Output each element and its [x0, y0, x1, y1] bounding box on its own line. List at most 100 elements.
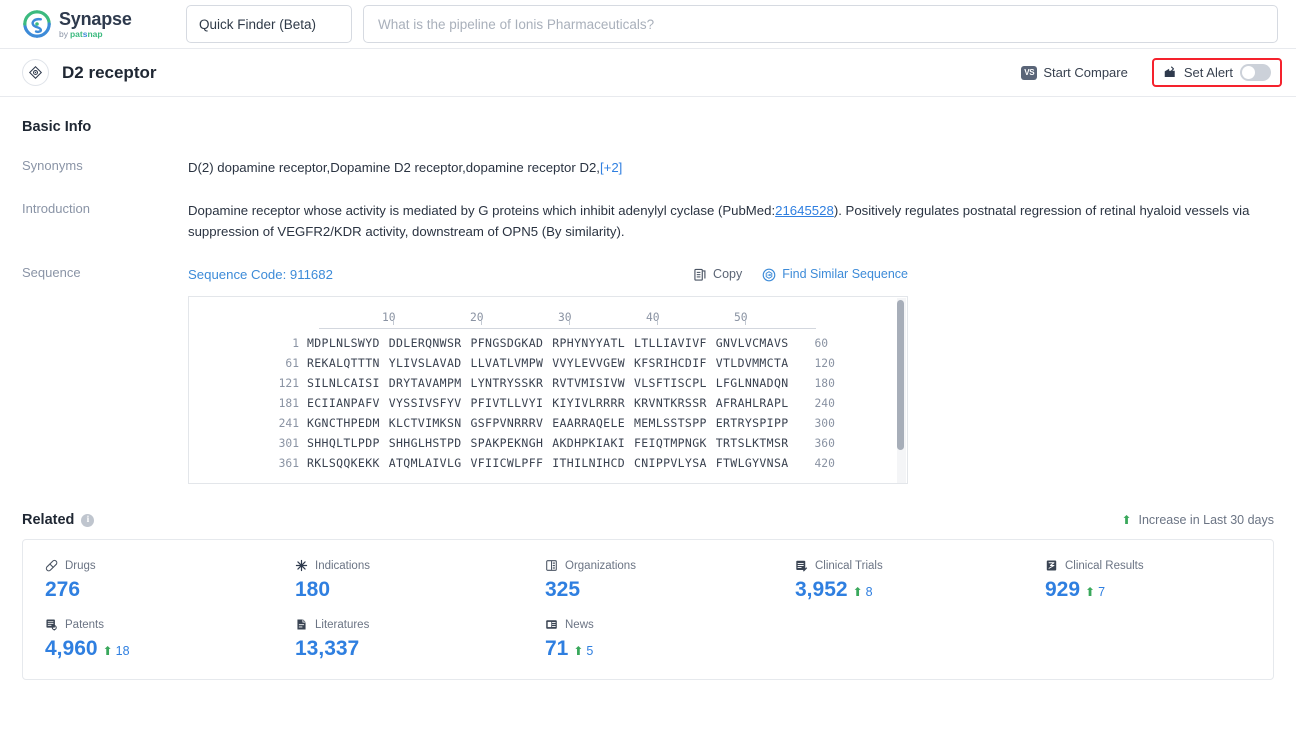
increase-legend-label: Increase in Last 30 days — [1138, 513, 1275, 527]
related-metric-header: Clinical Results — [1045, 557, 1273, 574]
sequence-chunk: REKALQTTTN — [307, 355, 380, 370]
up-arrow-icon: ⬆ — [1121, 513, 1132, 527]
sequence-chunk: FEIQTMPNGK — [634, 435, 707, 450]
sequence-chunk: KGNCTHPEDM — [307, 415, 380, 430]
synapse-logo[interactable]: Synapse by patsnap — [22, 9, 162, 39]
organizations-icon — [545, 559, 558, 572]
sequence-chunk: LLVATLVMPW — [470, 355, 544, 370]
sequence-ruler-tick: 30 — [558, 307, 572, 328]
related-metric-label: Organizations — [565, 559, 636, 572]
sequence-row: Sequence Sequence Code: 911682 Copy Find… — [22, 264, 1274, 484]
related-metric-value-row: 180 — [295, 578, 523, 602]
sequence-line-chunks: MDPLNLSWYD DDLERQNWSR PFNGSDGKAD RPHYNYYATL… — [307, 333, 789, 354]
increase-legend: ⬆ Increase in Last 30 days — [1121, 513, 1274, 527]
sequence-scrollbar-track[interactable] — [897, 298, 906, 483]
related-metric-indications[interactable]: Indications 180 — [273, 557, 523, 602]
sequence-line-chunks: SILNLCAISI DRYTAVAMPM LYNTRYSSKR RVTVMISIVW… — [307, 373, 789, 394]
sequence-chunk: TRTSLKTMSR — [715, 435, 789, 450]
sequence-line-end: 360 — [814, 436, 835, 450]
sequence-chunk: VTLDVMMCTA — [715, 355, 789, 370]
info-icon[interactable]: i — [81, 513, 95, 527]
up-arrow-icon: ⬆ — [1085, 585, 1096, 599]
sequence-line-start: 181 — [278, 396, 299, 410]
sequence-line-chunks: REKALQTTTN YLIVSLAVAD LLVATLVMPW VVYLEVVGEW… — [307, 353, 789, 374]
sequence-line-chunks: KGNCTHPEDM KLCTVIMKSN GSFPVNRRRV EAARRAQELE… — [307, 413, 789, 434]
sequence-chunk: VVYLEVVGEW — [552, 355, 625, 370]
introduction-label: Introduction — [22, 201, 90, 216]
related-metric-literatures[interactable]: Literatures 13,337 — [273, 616, 523, 661]
sequence-chunk: MDPLNLSWYD — [307, 335, 380, 350]
related-metric-delta-value: 7 — [1098, 585, 1106, 599]
sequence-line: 121 SILNLCAISI DRYTAVAMPM LYNTRYSSKR RVTVMIS… — [189, 373, 907, 393]
sequence-chunk: ERTRYSPIPP — [715, 415, 789, 430]
sequence-ruler: 10 20 30 40 50 — [319, 311, 816, 333]
related-metric-value-row: 71 ⬆ 5 — [545, 637, 773, 661]
literatures-icon — [295, 618, 308, 631]
sequence-line-start: 361 — [278, 456, 299, 470]
sequence-viewer[interactable]: 10 20 30 40 50 1 MDPLNLSWYD DDLERQNWSR PFNGSDGK… — [188, 296, 908, 484]
top-bar: Synapse by patsnap Quick Finder (Beta) — [0, 0, 1296, 49]
related-metric-header: Patents — [45, 616, 273, 633]
sequence-chunk: ECIIANPAFV — [307, 395, 380, 410]
logo-sub-brand: patsnap — [69, 28, 103, 39]
sequence-line-start: 301 — [278, 436, 299, 450]
pubmed-link[interactable]: 21645528 — [775, 203, 834, 218]
related-metric-label: Clinical Trials — [815, 559, 883, 572]
sequence-chunk: AFRAHLRAPL — [715, 395, 789, 410]
related-grid: Drugs 276 Indications 180 Organizations 325 Cl… — [23, 557, 1273, 661]
global-search-box[interactable] — [363, 5, 1278, 43]
set-alert-control[interactable]: Set Alert — [1151, 58, 1282, 87]
copy-label: Copy — [713, 267, 743, 281]
sequence-chunk: CNIPPVLYSA — [634, 455, 707, 470]
sequence-code[interactable]: Sequence Code: 911682 — [188, 264, 333, 285]
page-title: D2 receptor — [62, 62, 157, 82]
related-metric-label: Drugs — [65, 559, 96, 572]
sequence-line-start: 1 — [292, 336, 299, 350]
sequence-scrollbar-thumb[interactable] — [897, 300, 904, 450]
synonyms-more-link[interactable]: [+2] — [600, 160, 622, 175]
title-bar-actions: VS Start Compare Set Alert — [1013, 58, 1282, 87]
copy-button[interactable]: Copy — [693, 264, 742, 285]
sequence-chunk: SILNLCAISI — [307, 375, 380, 390]
related-metric-label: News — [565, 618, 594, 631]
logo-sub-by: by — [59, 28, 68, 39]
up-arrow-icon: ⬆ — [102, 644, 113, 658]
related-metric-value: 180 — [295, 578, 331, 601]
synapse-logo-icon — [22, 9, 52, 39]
sequence-panel: Sequence Code: 911682 Copy Find Similar … — [188, 264, 1274, 484]
related-metric-delta-value: 8 — [865, 585, 873, 599]
entity-title-bar: D2 receptor VS Start Compare Set Alert — [0, 49, 1296, 97]
related-metric-clinical-results[interactable]: Clinical Results 929 ⬆ 7 — [1023, 557, 1273, 602]
set-alert-toggle[interactable] — [1240, 64, 1271, 81]
sequence-line-end: 240 — [814, 396, 835, 410]
sequence-line: 301 SHHQLTLPDP SHHGLHSTPD SPAKPEKNGH AKDHPKI… — [189, 433, 907, 453]
related-metric-organizations[interactable]: Organizations 325 — [523, 557, 773, 602]
related-metric-label: Indications — [315, 559, 370, 572]
clinical-results-icon — [1045, 559, 1058, 572]
sequence-chunk: YLIVSLAVAD — [388, 355, 462, 370]
sequence-chunk: AKDHPKIAKI — [552, 435, 625, 450]
sequence-chunk: KIYIVLRRRR — [552, 395, 625, 410]
up-arrow-icon: ⬆ — [852, 585, 863, 599]
start-compare-button[interactable]: VS Start Compare — [1013, 60, 1136, 85]
sequence-chunk: DRYTAVAMPM — [388, 375, 462, 390]
introduction-value-wrap: Dopamine receptor whose activity is medi… — [188, 200, 1274, 242]
related-metric-value: 929 — [1045, 578, 1081, 601]
synonyms-value: D(2) dopamine receptor,Dopamine D2 recep… — [188, 160, 600, 175]
related-metric-value: 13,337 — [295, 637, 360, 660]
sequence-ruler-tick: 20 — [470, 307, 484, 328]
quick-finder-dropdown[interactable]: Quick Finder (Beta) — [186, 5, 352, 43]
sequence-line-start: 241 — [278, 416, 299, 430]
related-metric-drugs[interactable]: Drugs 276 — [23, 557, 273, 602]
related-metric-header: Drugs — [45, 557, 273, 574]
related-metric-delta-value: 5 — [586, 644, 594, 658]
related-metric-patents[interactable]: Patents 4,960 ⬆ 18 — [23, 616, 273, 661]
related-metric-news[interactable]: News 71 ⬆ 5 — [523, 616, 773, 661]
sequence-chunk: PFNGSDGKAD — [470, 335, 544, 350]
sequence-line-start: 121 — [278, 376, 299, 390]
related-metric-clinical-trials[interactable]: Clinical Trials 3,952 ⬆ 8 — [773, 557, 1023, 602]
search-input[interactable] — [376, 15, 1265, 33]
find-similar-sequence-button[interactable]: Find Similar Sequence — [762, 264, 908, 285]
sequence-chunk: LTLLIAVIVF — [634, 335, 707, 350]
sequence-chunk: GNVLVCMAVS — [715, 335, 789, 350]
